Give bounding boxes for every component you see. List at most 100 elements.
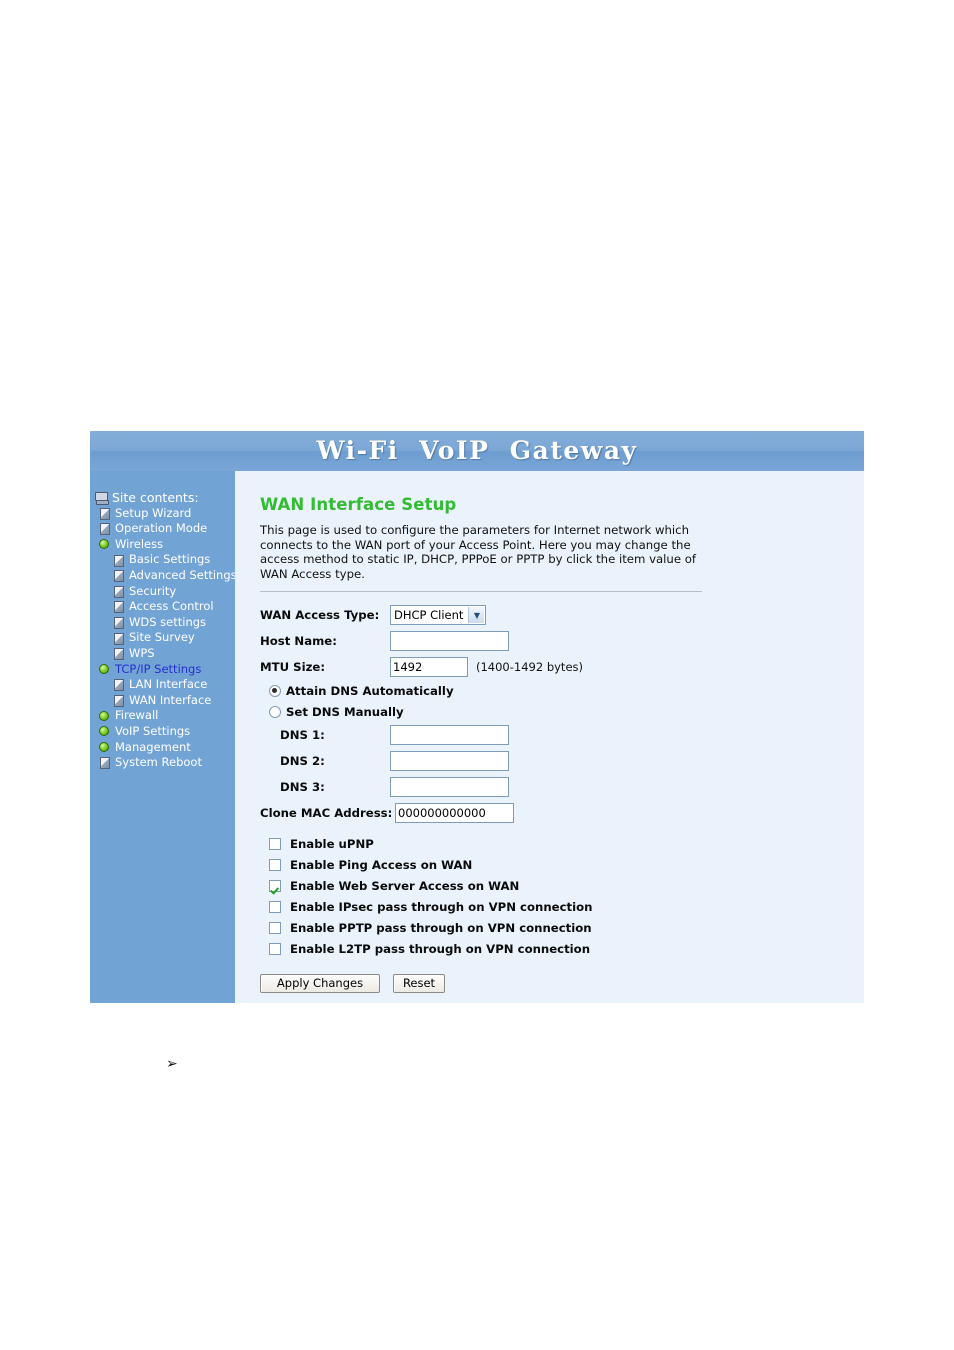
sidebar-item-management[interactable]: Management — [90, 740, 235, 756]
page-icon — [98, 522, 111, 536]
sidebar-item-access-control[interactable]: Access Control — [90, 599, 235, 615]
enable-web-server-access-row[interactable]: Enable Web Server Access on WAN — [260, 875, 840, 896]
dns3-input[interactable] — [390, 777, 509, 798]
dns2-row: DNS 2: — [260, 748, 840, 774]
host-name-input[interactable] — [390, 631, 509, 652]
dns2-label: DNS 2: — [280, 754, 325, 769]
sidebar-root-site-contents: Site contents: — [90, 490, 235, 506]
router-admin-screenshot: Wi-Fi VoIP Gateway Site contents: Setup … — [90, 431, 864, 1003]
app-title: Wi-Fi VoIP Gateway — [316, 436, 638, 465]
enable-upnp-row[interactable]: Enable uPNP — [260, 833, 840, 854]
sidebar-item-label: System Reboot — [115, 755, 202, 770]
sidebar-item-wan-interface[interactable]: WAN Interface — [90, 693, 235, 709]
apply-changes-button[interactable]: Apply Changes — [260, 974, 380, 994]
wan-access-type-row: WAN Access Type: DHCP Client ▼ — [260, 602, 840, 628]
page-icon — [112, 585, 125, 598]
sidebar-item-wps[interactable]: WPS — [90, 646, 235, 662]
sidebar-item-firewall[interactable]: Firewall — [90, 708, 235, 724]
enable-ping-access-checkbox[interactable] — [269, 858, 281, 871]
sidebar-item-label: TCP/IP Settings — [115, 661, 202, 676]
page-icon — [112, 600, 125, 614]
sidebar-item-system-reboot[interactable]: System Reboot — [90, 755, 235, 771]
dns3-row: DNS 3: — [260, 774, 840, 800]
reset-button[interactable]: Reset — [393, 974, 445, 994]
wan-access-type-select[interactable]: DHCP Client ▼ — [390, 605, 487, 626]
page-icon — [112, 554, 125, 567]
mtu-size-hint: (1400-1492 bytes) — [476, 660, 583, 675]
enable-ping-access-row[interactable]: Enable Ping Access on WAN — [260, 854, 840, 875]
mtu-size-input[interactable] — [390, 657, 468, 678]
dns1-input[interactable] — [390, 725, 509, 746]
site-contents-tree: Site contents: Setup Wizard Operation Mo… — [90, 490, 237, 771]
node-bullet-icon — [98, 710, 111, 723]
main-content-panel: WAN Interface Setup This page is used to… — [235, 471, 864, 1003]
sidebar-item-advanced-settings[interactable]: Advanced Settings — [90, 568, 237, 584]
enable-web-server-access-checkbox[interactable] — [269, 879, 281, 892]
set-dns-manually-radio[interactable] — [269, 705, 281, 718]
sidebar-item-label: Access Control — [129, 599, 214, 614]
enable-ping-access-label: Enable Ping Access on WAN — [290, 857, 473, 872]
clone-mac-address-input[interactable] — [395, 803, 514, 824]
node-bullet-icon — [98, 538, 111, 551]
sidebar-item-label: WPS — [129, 645, 155, 660]
wan-access-type-label: WAN Access Type: — [260, 608, 380, 623]
sidebar-root-label: Site contents: — [112, 490, 199, 505]
dns3-label: DNS 3: — [280, 780, 325, 795]
enable-pptp-passthrough-row[interactable]: Enable PPTP pass through on VPN connecti… — [260, 917, 840, 938]
sidebar-item-security[interactable]: Security — [90, 584, 235, 600]
set-dns-manually-row[interactable]: Set DNS Manually — [260, 701, 840, 722]
mtu-size-row: MTU Size: (1400-1492 bytes) — [260, 654, 840, 680]
sidebar-item-wireless[interactable]: Wireless — [90, 537, 235, 553]
enable-l2tp-passthrough-checkbox[interactable] — [269, 942, 281, 955]
sidebar-item-label: Setup Wizard — [115, 505, 192, 520]
sidebar-item-wds-settings[interactable]: WDS settings — [90, 615, 235, 631]
page-icon — [112, 678, 125, 692]
enable-web-server-access-label: Enable Web Server Access on WAN — [290, 878, 520, 893]
sidebar-item-basic-settings[interactable]: Basic Settings — [90, 552, 235, 568]
attain-dns-automatically-radio[interactable] — [269, 684, 281, 697]
chevron-down-icon: ▼ — [468, 607, 485, 624]
mtu-size-label: MTU Size: — [260, 660, 325, 675]
page-icon — [98, 756, 111, 770]
dns1-label: DNS 1: — [280, 728, 325, 743]
dns2-input[interactable] — [390, 751, 509, 772]
sidebar-item-label: Basic Settings — [129, 552, 211, 567]
sidebar-item-site-survey[interactable]: Site Survey — [90, 630, 235, 646]
sidebar: Site contents: Setup Wizard Operation Mo… — [90, 471, 237, 1003]
sidebar-item-operation-mode[interactable]: Operation Mode — [90, 521, 235, 537]
sidebar-item-setup-wizard[interactable]: Setup Wizard — [90, 506, 235, 522]
node-bullet-icon — [98, 663, 111, 676]
enable-pptp-passthrough-checkbox[interactable] — [269, 921, 281, 934]
sidebar-item-tcpip-settings[interactable]: TCP/IP Settings — [90, 662, 235, 678]
page-icon — [98, 507, 111, 520]
sidebar-item-label: WDS settings — [129, 614, 207, 629]
sidebar-item-lan-interface[interactable]: LAN Interface — [90, 677, 235, 693]
enable-l2tp-passthrough-row[interactable]: Enable L2TP pass through on VPN connecti… — [260, 938, 840, 959]
section-divider — [260, 591, 702, 593]
sidebar-item-voip-settings[interactable]: VoIP Settings — [90, 724, 235, 740]
bullet-arrow-glyph: ➢ — [166, 1056, 178, 1072]
enable-upnp-checkbox[interactable] — [269, 837, 281, 850]
enable-ipsec-passthrough-row[interactable]: Enable IPsec pass through on VPN connect… — [260, 896, 840, 917]
page-icon — [112, 632, 125, 645]
sidebar-item-label: Site Survey — [129, 630, 195, 645]
dns1-row: DNS 1: — [260, 722, 840, 748]
page-icon — [112, 569, 125, 583]
node-bullet-icon — [98, 725, 111, 738]
enable-ipsec-passthrough-checkbox[interactable] — [269, 900, 281, 913]
sidebar-item-label: VoIP Settings — [115, 723, 191, 738]
page-icon — [112, 647, 125, 661]
enable-l2tp-passthrough-label: Enable L2TP pass through on VPN connecti… — [290, 941, 591, 956]
attain-dns-automatically-row[interactable]: Attain DNS Automatically — [260, 680, 840, 701]
enable-ipsec-passthrough-label: Enable IPsec pass through on VPN connect… — [290, 899, 593, 914]
page-description: This page is used to configure the param… — [260, 523, 696, 581]
sidebar-item-label: WAN Interface — [129, 692, 212, 707]
sidebar-item-label: Operation Mode — [115, 521, 208, 536]
sidebar-item-label: Firewall — [115, 708, 159, 723]
node-bullet-icon — [98, 741, 111, 754]
sidebar-item-label: Management — [115, 739, 191, 754]
host-name-row: Host Name: — [260, 628, 840, 654]
set-dns-manually-label: Set DNS Manually — [286, 704, 404, 719]
page-title: WAN Interface Setup — [260, 495, 457, 514]
attain-dns-automatically-label: Attain DNS Automatically — [286, 683, 454, 698]
